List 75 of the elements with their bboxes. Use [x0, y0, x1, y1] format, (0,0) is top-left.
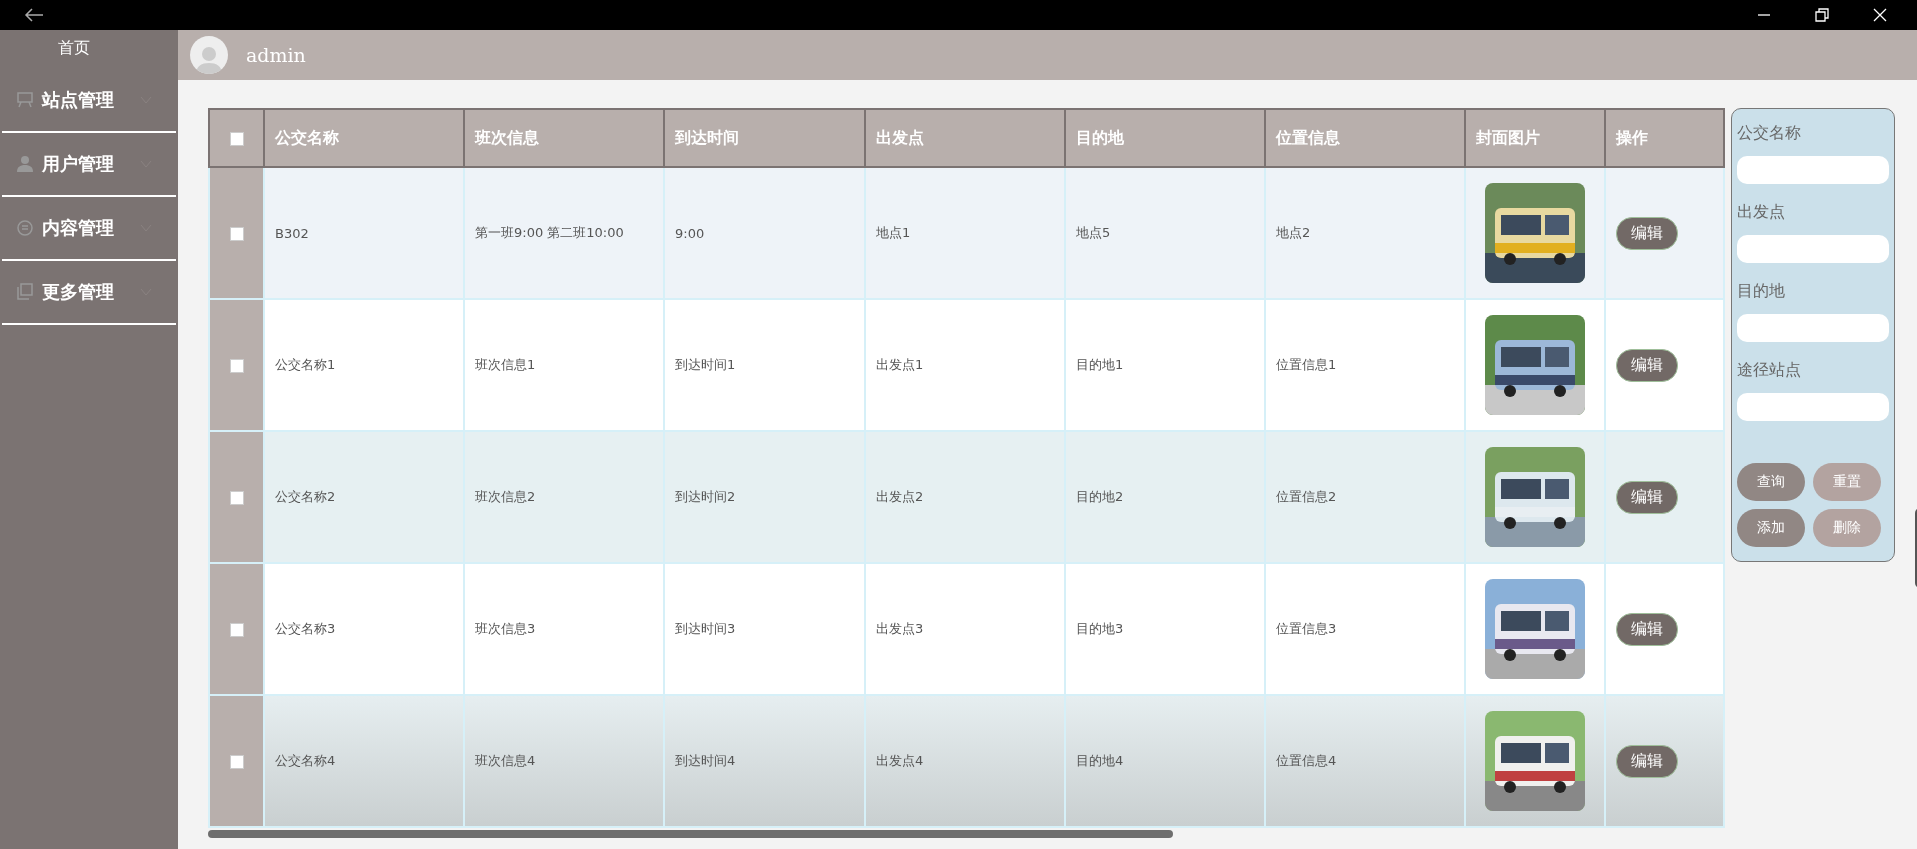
- input-field[interactable]: [1737, 393, 1889, 421]
- column-header: 位置信息: [1265, 109, 1465, 167]
- edit-button[interactable]: 编辑: [1616, 612, 1678, 646]
- user-icon: [16, 155, 34, 173]
- table-cell: 位置信息2: [1265, 431, 1465, 563]
- table-cell: 到达时间4: [664, 695, 865, 827]
- checkbox[interactable]: [229, 226, 244, 241]
- board-icon: [16, 91, 34, 109]
- table-cell: 公交名称4: [264, 695, 464, 827]
- table-cell: 班次信息2: [464, 431, 664, 563]
- table-cell: 9:00: [664, 167, 865, 299]
- table-cell: 出发点2: [865, 431, 1065, 563]
- input-field[interactable]: [1737, 235, 1889, 263]
- table-cell: 位置信息4: [1265, 695, 1465, 827]
- table-cell: 出发点4: [865, 695, 1065, 827]
- table-cell: 到达时间1: [664, 299, 865, 431]
- checkbox[interactable]: [229, 132, 244, 146]
- panel-button[interactable]: 重置: [1813, 463, 1881, 501]
- table-cell: 到达时间2: [664, 431, 865, 563]
- table-cell: 班次信息4: [464, 695, 664, 827]
- table-cell: 第一班9:00 第二班10:00: [464, 167, 664, 299]
- table-cell: 地点1: [865, 167, 1065, 299]
- column-header: 操作: [1605, 109, 1724, 167]
- edit-button[interactable]: 编辑: [1616, 744, 1678, 778]
- sidebar-item[interactable]: 更多管理: [2, 261, 176, 325]
- column-header: 目的地: [1065, 109, 1265, 167]
- column-header: 到达时间: [664, 109, 865, 167]
- field-label: 公交名称: [1737, 123, 1802, 144]
- table-cell: 目的地1: [1065, 299, 1265, 431]
- column-header: 出发点: [865, 109, 1065, 167]
- avatar-icon: [190, 36, 228, 74]
- edit-button[interactable]: 编辑: [1616, 348, 1678, 382]
- panel-button[interactable]: 删除: [1813, 509, 1881, 547]
- close-icon[interactable]: [1873, 8, 1887, 22]
- table-cell: 到达时间3: [664, 563, 865, 695]
- username: admin: [246, 44, 306, 66]
- table-cell: 公交名称2: [264, 431, 464, 563]
- column-header: 班次信息: [464, 109, 664, 167]
- column-header: 公交名称: [264, 109, 464, 167]
- input-field[interactable]: [1737, 314, 1889, 342]
- table-cell: 班次信息3: [464, 563, 664, 695]
- table-cell: 出发点1: [865, 299, 1065, 431]
- panel-button[interactable]: 查询: [1737, 463, 1805, 501]
- panel-button[interactable]: 添加: [1737, 509, 1805, 547]
- sidebar-item[interactable]: 用户管理: [2, 133, 176, 197]
- table-cell: 公交名称3: [264, 563, 464, 695]
- table-cell: 出发点3: [865, 563, 1065, 695]
- edit-button[interactable]: 编辑: [1616, 480, 1678, 514]
- table-cell: 目的地2: [1065, 431, 1265, 563]
- chat-icon: [16, 219, 34, 237]
- checkbox[interactable]: [229, 622, 244, 637]
- sidebar-item[interactable]: 站点管理: [2, 69, 176, 133]
- checkbox[interactable]: [229, 754, 244, 769]
- column-header: 封面图片: [1465, 109, 1605, 167]
- table-cell: 公交名称1: [264, 299, 464, 431]
- back-arrow-icon[interactable]: [24, 8, 44, 22]
- edit-button[interactable]: 编辑: [1616, 216, 1678, 250]
- input-field[interactable]: [1737, 156, 1889, 184]
- checkbox[interactable]: [229, 358, 244, 373]
- checkbox[interactable]: [229, 490, 244, 505]
- table-cell: 地点5: [1065, 167, 1265, 299]
- table-cell: 班次信息1: [464, 299, 664, 431]
- field-label: 途径站点: [1737, 360, 1802, 381]
- table-cell: 位置信息1: [1265, 299, 1465, 431]
- table-cell: 目的地3: [1065, 563, 1265, 695]
- sidebar-item[interactable]: 内容管理: [2, 197, 176, 261]
- home-link[interactable]: 首页: [58, 30, 90, 69]
- copy-icon: [16, 283, 34, 301]
- table-cell: 地点2: [1265, 167, 1465, 299]
- table-cell: 位置信息3: [1265, 563, 1465, 695]
- restore-icon[interactable]: [1815, 8, 1829, 22]
- field-label: 目的地: [1737, 281, 1786, 302]
- field-label: 出发点: [1737, 202, 1786, 223]
- table-cell: 目的地4: [1065, 695, 1265, 827]
- table-cell: B302: [264, 167, 464, 299]
